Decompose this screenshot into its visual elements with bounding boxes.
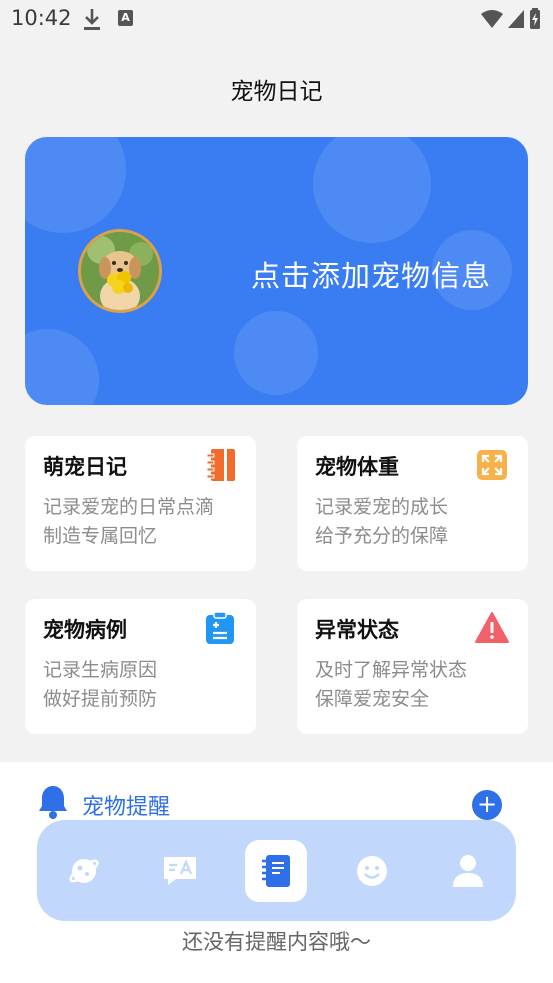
bell-icon: [37, 784, 69, 824]
translate-icon: [164, 857, 196, 885]
wifi-icon: [481, 10, 503, 28]
tab-planet[interactable]: [53, 840, 115, 902]
decor-bubble: [25, 329, 99, 405]
tab-diary[interactable]: [245, 840, 307, 902]
keyboard-a-icon: A: [118, 10, 133, 26]
user-icon: [453, 855, 483, 887]
add-pet-info-text[interactable]: 点击添加宠物信息: [251, 253, 491, 295]
card-pet-weight[interactable]: 宠物体重 记录爱宠的成长 给予充分的保障: [297, 436, 528, 571]
notebook-icon: [205, 448, 239, 482]
card-desc-line1: 记录爱宠的日常点滴: [43, 496, 215, 518]
tab-translate[interactable]: [149, 840, 211, 902]
card-desc-line2: 做好提前预防: [43, 688, 158, 710]
card-pet-diary[interactable]: 萌宠日记 记录爱宠的日常点滴 制造专属回忆: [25, 436, 256, 571]
status-time: 10:42: [11, 6, 72, 30]
card-desc-line2: 制造专属回忆: [43, 525, 158, 547]
diary-icon: [262, 855, 290, 887]
clipboard-icon: [203, 611, 237, 645]
decor-bubble: [313, 137, 431, 243]
download-icon: [82, 7, 102, 35]
page-title: 宠物日记: [230, 79, 323, 105]
decor-bubble: [234, 311, 318, 395]
card-title: 萌宠日记: [43, 455, 127, 479]
card-desc-line2: 保障爱宠安全: [315, 688, 430, 710]
card-desc-line2: 给予充分的保障: [315, 525, 449, 547]
bottom-tab-bar: [37, 820, 516, 921]
battery-icon: [530, 8, 540, 29]
tab-user[interactable]: [437, 840, 499, 902]
card-desc-line1: 及时了解异常状态: [315, 659, 468, 681]
status-bar: 10:42 A: [0, 0, 553, 38]
card-title: 宠物病例: [43, 618, 127, 642]
empty-reminder-text: 还没有提醒内容哦～: [182, 930, 371, 954]
decor-bubble: [25, 137, 126, 233]
card-title: 宠物体重: [315, 455, 399, 479]
smile-icon: [357, 856, 387, 886]
pet-info-banner[interactable]: 点击添加宠物信息: [25, 137, 528, 405]
card-title: 异常状态: [315, 618, 399, 642]
card-desc-line1: 记录爱宠的成长: [315, 496, 449, 518]
status-indicators: [481, 8, 541, 30]
planet-icon: [69, 859, 99, 883]
tab-smile[interactable]: [341, 840, 403, 902]
card-abnormal-state[interactable]: 异常状态 及时了解异常状态 保障爱宠安全: [297, 599, 528, 734]
add-reminder-button[interactable]: +: [472, 790, 502, 820]
pet-avatar[interactable]: [78, 229, 162, 313]
signal-icon: [508, 10, 524, 28]
warning-icon: [475, 611, 509, 645]
expand-icon: [475, 448, 509, 482]
card-pet-case[interactable]: 宠物病例 记录生病原因 做好提前预防: [25, 599, 256, 734]
card-desc-line1: 记录生病原因: [43, 659, 158, 681]
reminder-title: 宠物提醒: [82, 795, 171, 820]
